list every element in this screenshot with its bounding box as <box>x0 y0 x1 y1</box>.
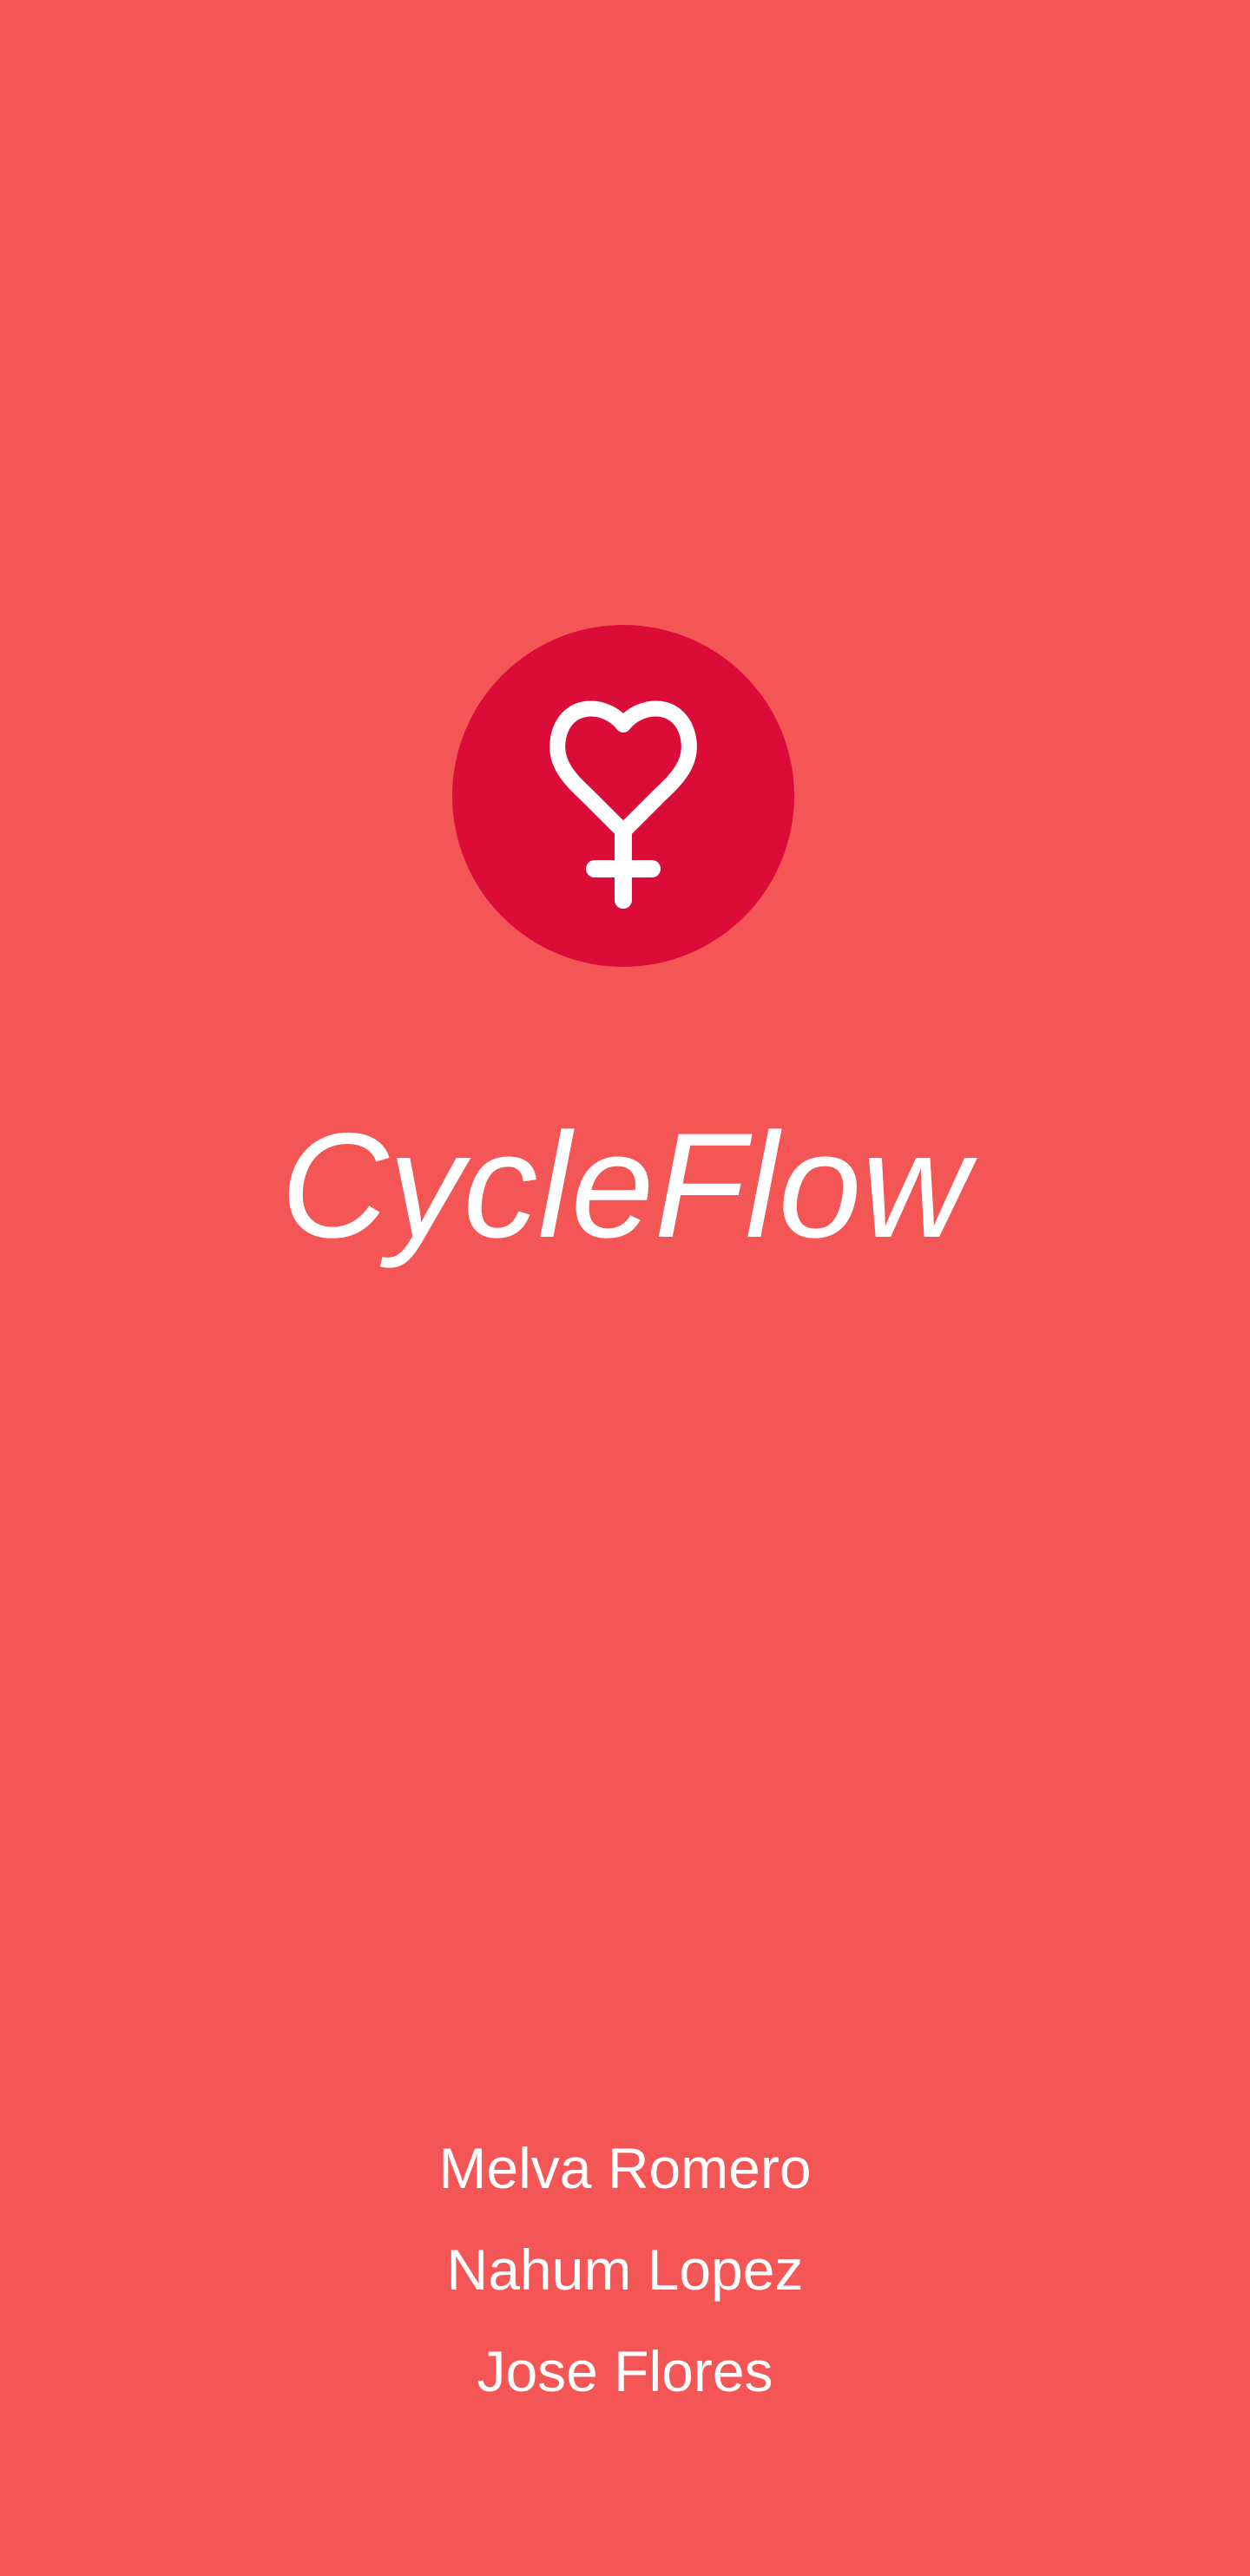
app-logo <box>452 625 794 967</box>
author-name: Nahum Lopez <box>446 2238 804 2302</box>
author-name: Melva Romero <box>438 2136 812 2200</box>
author-name: Jose Flores <box>477 2339 773 2403</box>
heart-venus-icon <box>549 700 697 909</box>
app-title: CycleFlow <box>280 1102 970 1269</box>
splash-screen: CycleFlow Melva Romero Nahum Lopez Jose … <box>0 0 1250 2576</box>
authors-list: Melva Romero Nahum Lopez Jose Flores <box>0 2118 1250 2422</box>
